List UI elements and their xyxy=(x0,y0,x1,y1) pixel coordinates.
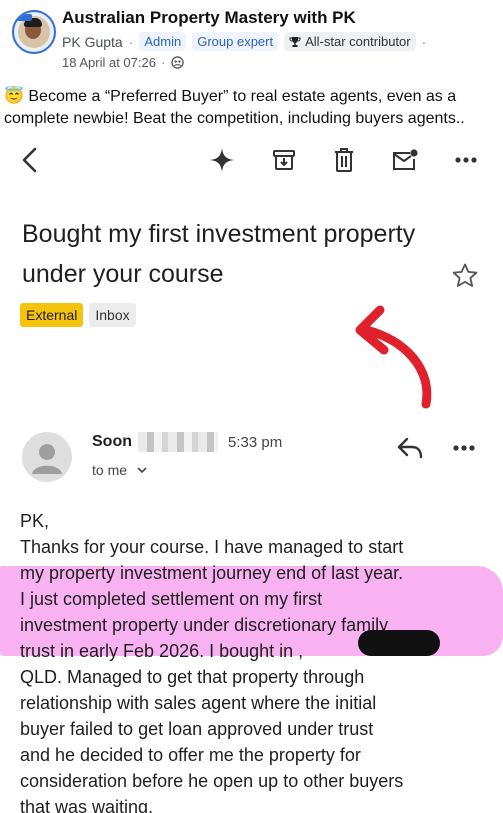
post-date[interactable]: 18 April at 07:26 xyxy=(62,55,156,70)
body-line: Thanks for your course. I have managed t… xyxy=(20,537,404,557)
email-subject: Bought my first investment property unde… xyxy=(22,220,416,288)
group-name[interactable]: Australian Property Mastery with PK xyxy=(62,8,356,28)
separator-dot: · xyxy=(160,54,166,70)
email-time: 5:33 pm xyxy=(228,434,283,451)
body-line: I just completed settlement on my first xyxy=(20,589,323,609)
body-line: relationship with sales agent where the … xyxy=(20,693,377,713)
allstar-label: All-star contributor xyxy=(305,34,411,49)
recipient-line[interactable]: to me xyxy=(92,462,147,478)
message-more-icon[interactable] xyxy=(452,434,480,462)
body-line: buyer failed to get loan approved under … xyxy=(20,719,374,739)
sender-name[interactable]: Soon xyxy=(92,433,132,451)
poster-name[interactable]: PK Gupta xyxy=(62,34,123,50)
email-body: PK, Thanks for your course. I have manag… xyxy=(20,508,490,813)
poster-row: PK Gupta · Admin Group expert All-star c… xyxy=(62,32,426,51)
email-toolbar xyxy=(0,138,503,182)
reply-icon[interactable] xyxy=(396,434,426,462)
body-line: my property investment journey end of la… xyxy=(20,563,404,583)
post-header: Australian Property Mastery with PK PK G… xyxy=(0,0,503,80)
chevron-down-icon[interactable] xyxy=(137,466,147,474)
post-date-row: 18 April at 07:26 · xyxy=(62,54,184,70)
email-labels: External Inbox xyxy=(20,303,136,327)
body-line: that was waiting. xyxy=(20,797,154,813)
sender-avatar[interactable] xyxy=(22,432,72,482)
separator-dot: · xyxy=(128,33,134,50)
body-line: PK, xyxy=(20,511,50,531)
trophy-icon xyxy=(289,36,301,47)
allstar-badge: All-star contributor xyxy=(284,32,416,51)
mark-unread-icon[interactable] xyxy=(391,146,419,174)
redaction-block xyxy=(358,630,440,656)
recipient-text[interactable]: to me xyxy=(92,462,127,478)
separator-dot: · xyxy=(421,33,427,50)
label-external[interactable]: External xyxy=(20,303,84,327)
more-icon[interactable] xyxy=(452,146,480,174)
post-text: 😇 Become a “Preferred Buyer” to real est… xyxy=(4,88,465,127)
label-inbox[interactable]: Inbox xyxy=(89,303,136,327)
delete-icon[interactable] xyxy=(330,146,358,174)
back-icon[interactable] xyxy=(16,146,44,174)
admin-badge: Admin xyxy=(139,32,187,51)
group-avatar[interactable] xyxy=(12,10,56,54)
star-icon[interactable] xyxy=(451,262,479,290)
group-privacy-icon xyxy=(170,55,184,69)
sparkle-icon[interactable] xyxy=(208,146,236,174)
body-line: consideration before he open up to other… xyxy=(20,771,404,791)
group-expert-badge: Group expert xyxy=(192,32,279,51)
body-line: QLD. Managed to get that property throug… xyxy=(20,667,365,687)
archive-icon[interactable] xyxy=(270,146,298,174)
body-line: and he decided to offer me the property … xyxy=(20,745,361,765)
blurred-sender-surname xyxy=(138,432,218,452)
red-arrow xyxy=(355,305,432,409)
